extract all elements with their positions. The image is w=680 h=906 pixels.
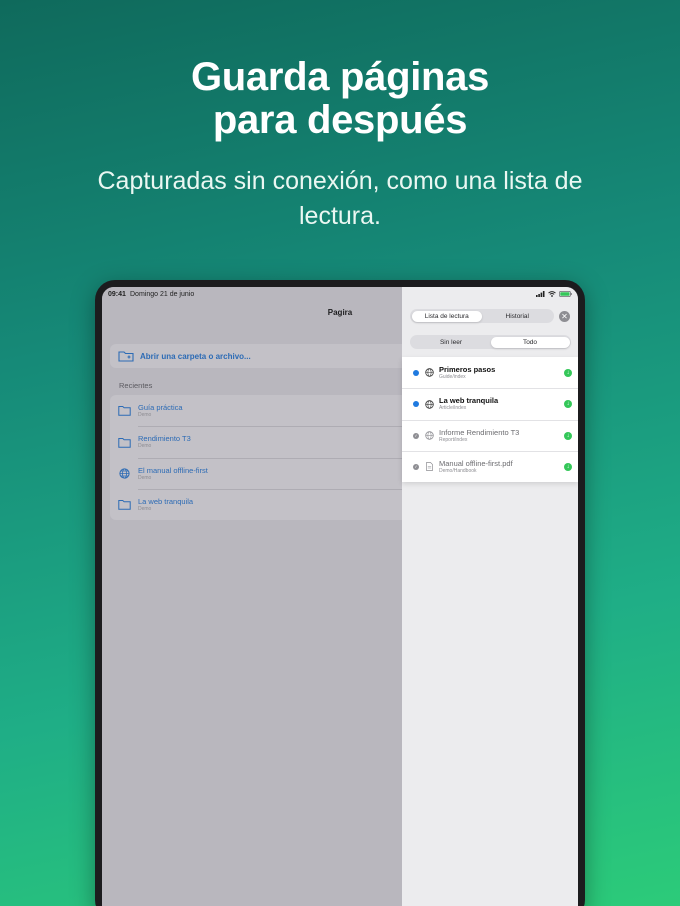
recent-item[interactable]: Guía práctica Demo: [110, 395, 410, 426]
read-check-icon: ✓: [413, 432, 419, 439]
recents-header: Recientes: [119, 381, 153, 390]
recent-item[interactable]: La web tranquila Demo: [118, 488, 410, 520]
reading-list-item[interactable]: ✓ Informe Rendimiento T3 Report/index ↓: [402, 419, 578, 451]
reading-list: Primeros pasos Guide/index ↓ La web tranq…: [402, 357, 578, 482]
reading-list-item[interactable]: Primeros pasos Guide/index ↓: [402, 357, 578, 388]
main-pane: 09:41 Domingo 21 de junio: [102, 287, 402, 906]
item-path: Demo/Handbook: [439, 467, 477, 474]
downloaded-icon: ↓: [564, 400, 572, 409]
hero-title: Guarda páginas para después: [0, 56, 680, 142]
recents-list: Guía práctica Demo Rendimiento T3 Demo El …: [110, 395, 410, 520]
globe-icon: [425, 368, 434, 377]
hero-title-line2: para después: [212, 98, 468, 142]
folder-icon: [118, 437, 131, 448]
unread-dot: [413, 401, 419, 408]
folder-icon: [118, 406, 131, 416]
close-icon: ✕: [561, 312, 568, 321]
tab-reading-list[interactable]: Lista de lectura: [411, 310, 482, 322]
tab-history[interactable]: Historial: [482, 311, 553, 322]
document-icon: [426, 462, 433, 472]
recent-item[interactable]: El manual offline-first Demo: [119, 457, 410, 489]
globe-icon: [119, 468, 130, 479]
recent-item-sub: Demo: [138, 505, 152, 512]
status-date: Domingo 21 de junio: [130, 291, 195, 298]
open-folder-button[interactable]: Abrir una carpeta o archivo...: [110, 344, 410, 368]
reading-list-item[interactable]: La web tranquila Article/index ↓: [402, 388, 578, 419]
read-check-icon: ✓: [413, 463, 419, 470]
folder-add-icon: [118, 351, 134, 362]
filter-unread[interactable]: Sin leer: [412, 337, 491, 348]
status-icons: [536, 291, 572, 297]
recent-item-sub: Demo: [138, 411, 152, 418]
recent-item-name: Rendimiento T3: [138, 434, 191, 444]
recent-item-name: El manual offline-first: [138, 465, 208, 475]
signal-icon: [536, 291, 545, 297]
open-folder-label: Abrir una carpeta o archivo...: [140, 351, 251, 361]
filter-all[interactable]: Todo: [490, 336, 570, 348]
filter-segment: Sin leer Todo: [410, 335, 571, 349]
downloaded-icon: ↓: [564, 462, 572, 471]
item-title: Manual offline-first.pdf: [439, 458, 513, 468]
downloaded-icon: ↓: [564, 431, 572, 440]
hero-subtitle: Capturadas sin conexión, como una lista …: [97, 167, 583, 230]
item-path: Article/index: [439, 405, 467, 412]
item-path: Guide/index: [439, 373, 466, 380]
downloaded-icon: ↓: [564, 368, 572, 377]
recent-item-name: Guía práctica: [138, 402, 183, 412]
item-title: Primeros pasos: [439, 364, 496, 374]
battery-icon: [559, 291, 572, 297]
close-button[interactable]: ✕: [559, 311, 570, 322]
wifi-icon: [548, 291, 556, 297]
item-title: Informe Rendimiento T3: [439, 427, 520, 437]
item-title: La web tranquila: [439, 396, 499, 406]
recent-item-name: La web tranquila: [138, 496, 194, 506]
recent-item-sub: Demo: [138, 474, 152, 481]
sheet-tabs: Lista de lectura Historial: [410, 309, 554, 323]
recent-item[interactable]: Rendimiento T3 Demo: [118, 426, 410, 457]
globe-icon: [425, 400, 434, 409]
hero-title-line1: Guarda páginas: [190, 55, 490, 99]
tablet-screen: 09:41 Domingo 21 de junio Pagira Abrir u…: [102, 287, 578, 906]
folder-icon: [118, 500, 131, 511]
globe-icon: [425, 431, 434, 440]
reading-list-item[interactable]: ✓ Manual offline-first.pdf Demo/Handbook …: [402, 450, 578, 482]
item-path: Report/index: [439, 436, 468, 443]
status-time: 09:41: [108, 291, 126, 298]
reading-list-sheet: Lista de lectura Historial ✕ Sin leer To…: [402, 287, 578, 906]
recent-item-sub: Demo: [138, 443, 152, 450]
unread-dot: [413, 369, 419, 376]
